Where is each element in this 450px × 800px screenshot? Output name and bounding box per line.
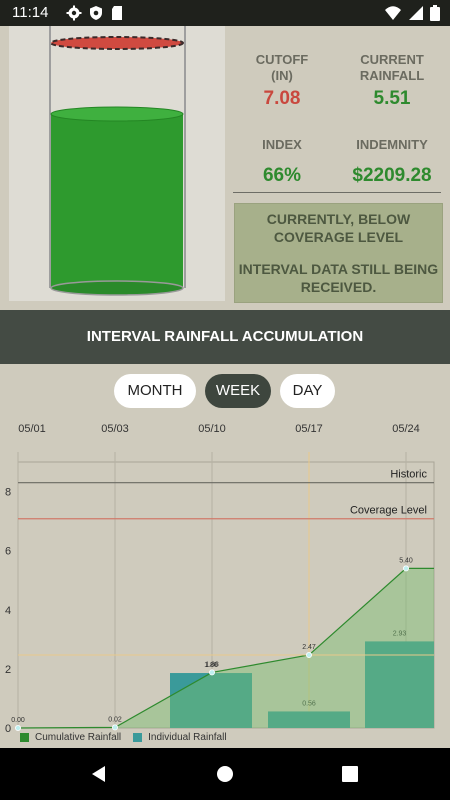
y-tick-label: 4 <box>5 605 11 617</box>
gear-icon <box>66 5 82 21</box>
legend-swatch-individual <box>133 732 143 742</box>
rain-gauge <box>9 26 225 301</box>
cumulative-point <box>305 651 312 658</box>
cutoff-label: CUTOFF (IN) <box>232 52 332 83</box>
gauge-fill-body <box>51 114 183 288</box>
current-label-line1: CURRENT <box>360 52 424 67</box>
cumulative-value-label: 0.00 <box>11 717 25 724</box>
x-tick-label: 05/03 <box>101 423 129 435</box>
cumulative-value-label: 0.02 <box>108 716 122 723</box>
status-time: 11:14 <box>12 4 49 21</box>
navigation-bar <box>0 748 450 800</box>
stats-divider <box>233 192 441 193</box>
current-rainfall-label: CURRENT RAINFALL <box>338 52 446 83</box>
gauge-cutoff-ellipse <box>50 36 184 50</box>
chart-area: MONTH WEEK DAY 05/01 05/03 05/10 05/17 05/24… <box>0 364 450 748</box>
app-content: CUTOFF (IN) 7.08 CURRENT RAINFALL 5.51 I… <box>0 26 450 748</box>
back-icon[interactable] <box>89 764 109 784</box>
cumulative-value-label: 5.40 <box>399 557 413 564</box>
rainfall-chart: 05/0105/0305/1005/1705/24024681.860.562.… <box>5 423 435 735</box>
battery-icon <box>430 5 440 21</box>
notice-interval-status: INTERVAL DATA STILL BEING RECEIVED. <box>238 261 439 295</box>
x-tick-label: 05/24 <box>392 423 420 435</box>
cumulative-value-label: 2.47 <box>302 644 316 651</box>
cutoff-value: 7.08 <box>263 88 301 109</box>
cutoff-label-line1: CUTOFF <box>255 52 309 67</box>
y-tick-label: 0 <box>5 723 11 735</box>
status-bar: 11:14 <box>0 0 450 26</box>
indemnity-value: $2209.28 <box>352 165 432 186</box>
current-rainfall-value: 5.51 <box>373 88 411 109</box>
legend-label-individual: Individual Rainfall <box>148 731 227 743</box>
status-icons-left <box>66 5 124 21</box>
x-tick-label: 05/01 <box>18 423 46 435</box>
shield-icon <box>90 6 102 20</box>
sd-card-icon <box>112 6 122 20</box>
cumulative-point <box>402 565 409 572</box>
cumulative-value-label: 1.88 <box>205 661 219 668</box>
legend-swatch-cumulative <box>20 732 29 742</box>
home-icon[interactable] <box>215 764 235 784</box>
x-tick-label: 05/17 <box>295 423 323 435</box>
signal-icon <box>409 6 423 20</box>
section-title: INTERVAL RAINFALL ACCUMULATION <box>0 310 450 364</box>
status-icons-right <box>384 5 440 21</box>
gauge-bottom <box>50 280 184 296</box>
y-tick-label: 2 <box>5 664 11 676</box>
tab-month[interactable]: MONTH <box>114 374 196 408</box>
reference-line-label: Historic <box>390 469 427 481</box>
index-value: 66% <box>262 165 302 186</box>
cutoff-label-line2: (IN) <box>271 68 293 83</box>
overview-icon[interactable] <box>340 764 360 784</box>
y-tick-label: 8 <box>5 487 11 499</box>
tab-day[interactable]: DAY <box>280 374 335 408</box>
x-tick-label: 05/10 <box>198 423 226 435</box>
wifi-icon <box>385 6 401 20</box>
legend-label-cumulative: Cumulative Rainfall <box>35 731 122 743</box>
index-label: INDEX <box>262 137 302 152</box>
cumulative-area <box>18 568 434 728</box>
cumulative-point <box>208 669 215 676</box>
tab-week[interactable]: WEEK <box>205 374 271 408</box>
gauge-graphic <box>50 36 184 296</box>
gauge-fill-top <box>50 106 184 122</box>
indemnity-label: INDEMNITY <box>356 137 428 152</box>
notice-coverage-status: CURRENTLY, BELOW COVERAGE LEVEL <box>266 211 411 245</box>
coverage-notice: CURRENTLY, BELOW COVERAGE LEVEL INTERVAL… <box>234 203 443 303</box>
reference-line-label: Coverage Level <box>350 505 427 517</box>
y-tick-label: 6 <box>5 546 11 558</box>
current-label-line2: RAINFALL <box>359 68 425 83</box>
summary-panel: CUTOFF (IN) 7.08 CURRENT RAINFALL 5.51 I… <box>0 26 450 310</box>
chart-legend: Cumulative Rainfall Individual Rainfall <box>20 729 227 745</box>
